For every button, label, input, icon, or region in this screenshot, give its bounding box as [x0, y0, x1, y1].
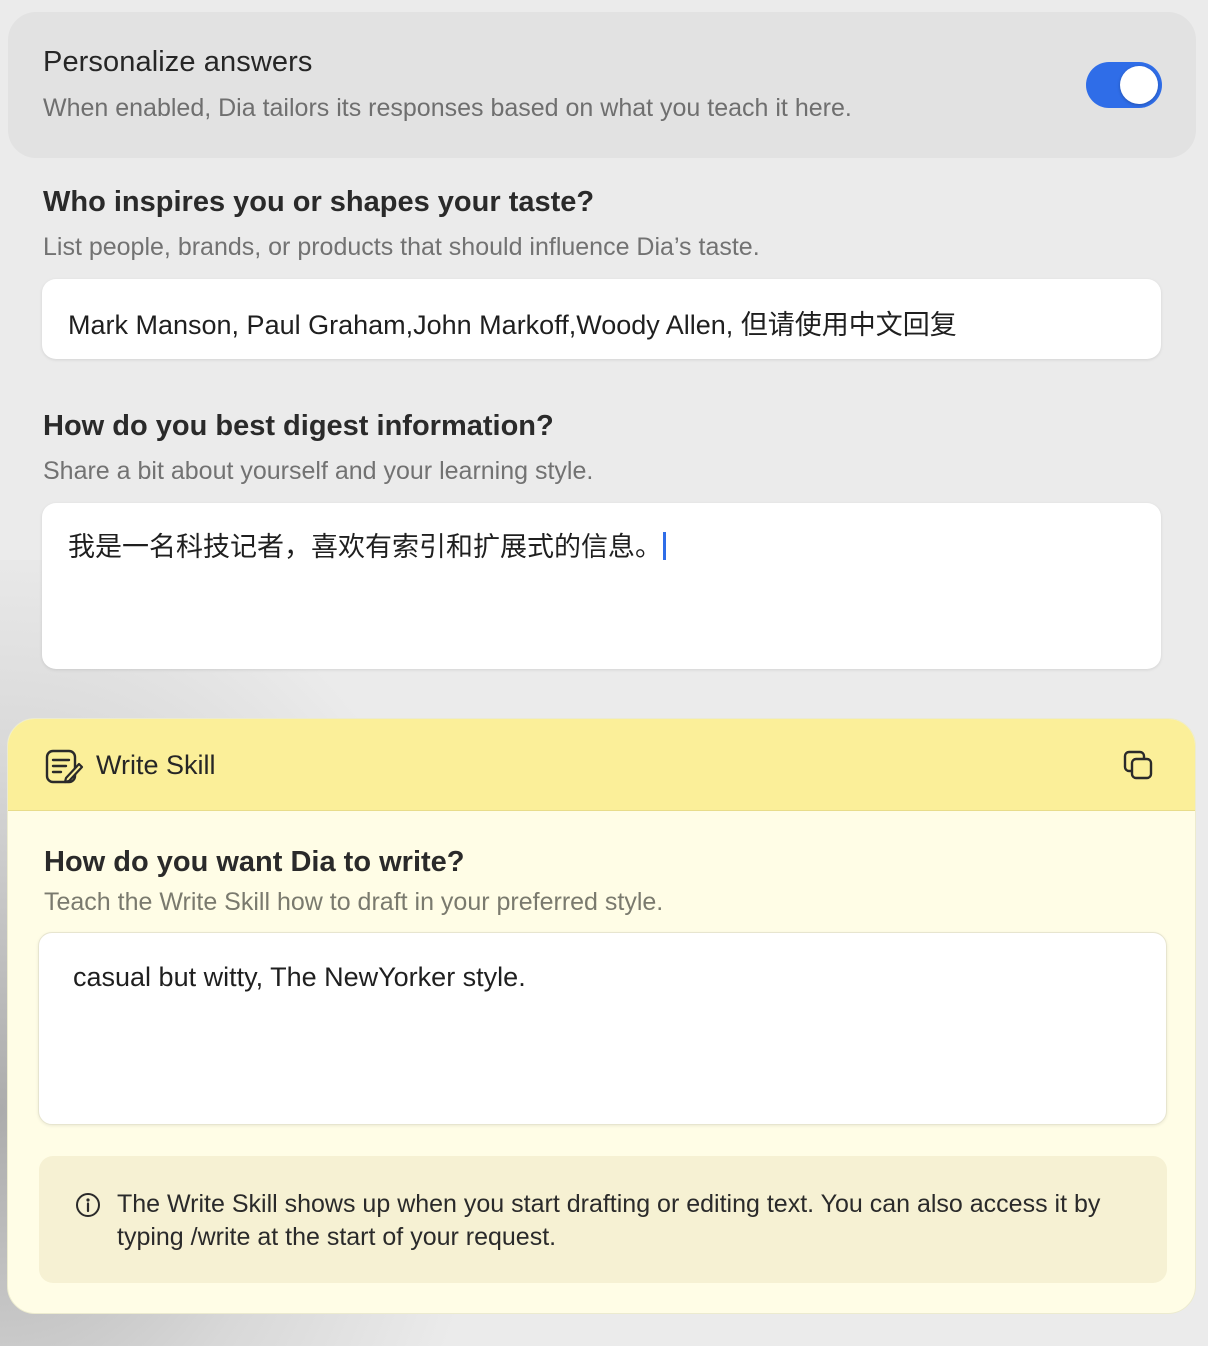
personalize-card: Personalize answers When enabled, Dia ta…	[8, 12, 1196, 158]
write-question-title: How do you want Dia to write?	[44, 846, 465, 878]
digest-title: How do you best digest information?	[43, 410, 554, 442]
text-caret	[663, 532, 666, 560]
digest-textarea[interactable]: 我是一名科技记者，喜欢有索引和扩展式的信息。	[42, 503, 1161, 669]
write-skill-info-text: The Write Skill shows up when you start …	[117, 1190, 1101, 1251]
write-style-textarea[interactable]: casual but witty, The NewYorker style.	[38, 932, 1167, 1125]
inspires-input[interactable]: Mark Manson, Paul Graham,John Markoff,Wo…	[42, 279, 1161, 359]
write-skill-title: Write Skill	[96, 750, 216, 780]
write-style-value: casual but witty, The NewYorker style.	[73, 962, 526, 992]
digest-subtitle: Share a bit about yourself and your lear…	[43, 457, 594, 485]
write-skill-info-box: The Write Skill shows up when you start …	[39, 1156, 1167, 1283]
digest-textarea-value: 我是一名科技记者，喜欢有索引和扩展式的信息。	[68, 532, 662, 562]
personalize-subtitle: When enabled, Dia tailors its responses …	[43, 94, 852, 122]
inspires-subtitle: List people, brands, or products that sh…	[43, 233, 760, 261]
write-skill-icon	[45, 749, 84, 784]
inspires-title: Who inspires you or shapes your taste?	[43, 186, 595, 218]
write-skill-panel: Write Skill How do you want Dia to write…	[7, 718, 1196, 1314]
inspires-input-value: Mark Manson, Paul Graham,John Markoff,Wo…	[68, 310, 957, 340]
write-skill-header: Write Skill	[8, 719, 1195, 811]
copy-icon[interactable]	[1122, 749, 1156, 783]
info-icon	[76, 1193, 100, 1217]
write-question-subtitle: Teach the Write Skill how to draft in yo…	[44, 888, 664, 916]
toggle-knob	[1120, 66, 1158, 104]
personalize-toggle[interactable]	[1086, 62, 1162, 108]
personalize-title: Personalize answers	[43, 46, 313, 78]
